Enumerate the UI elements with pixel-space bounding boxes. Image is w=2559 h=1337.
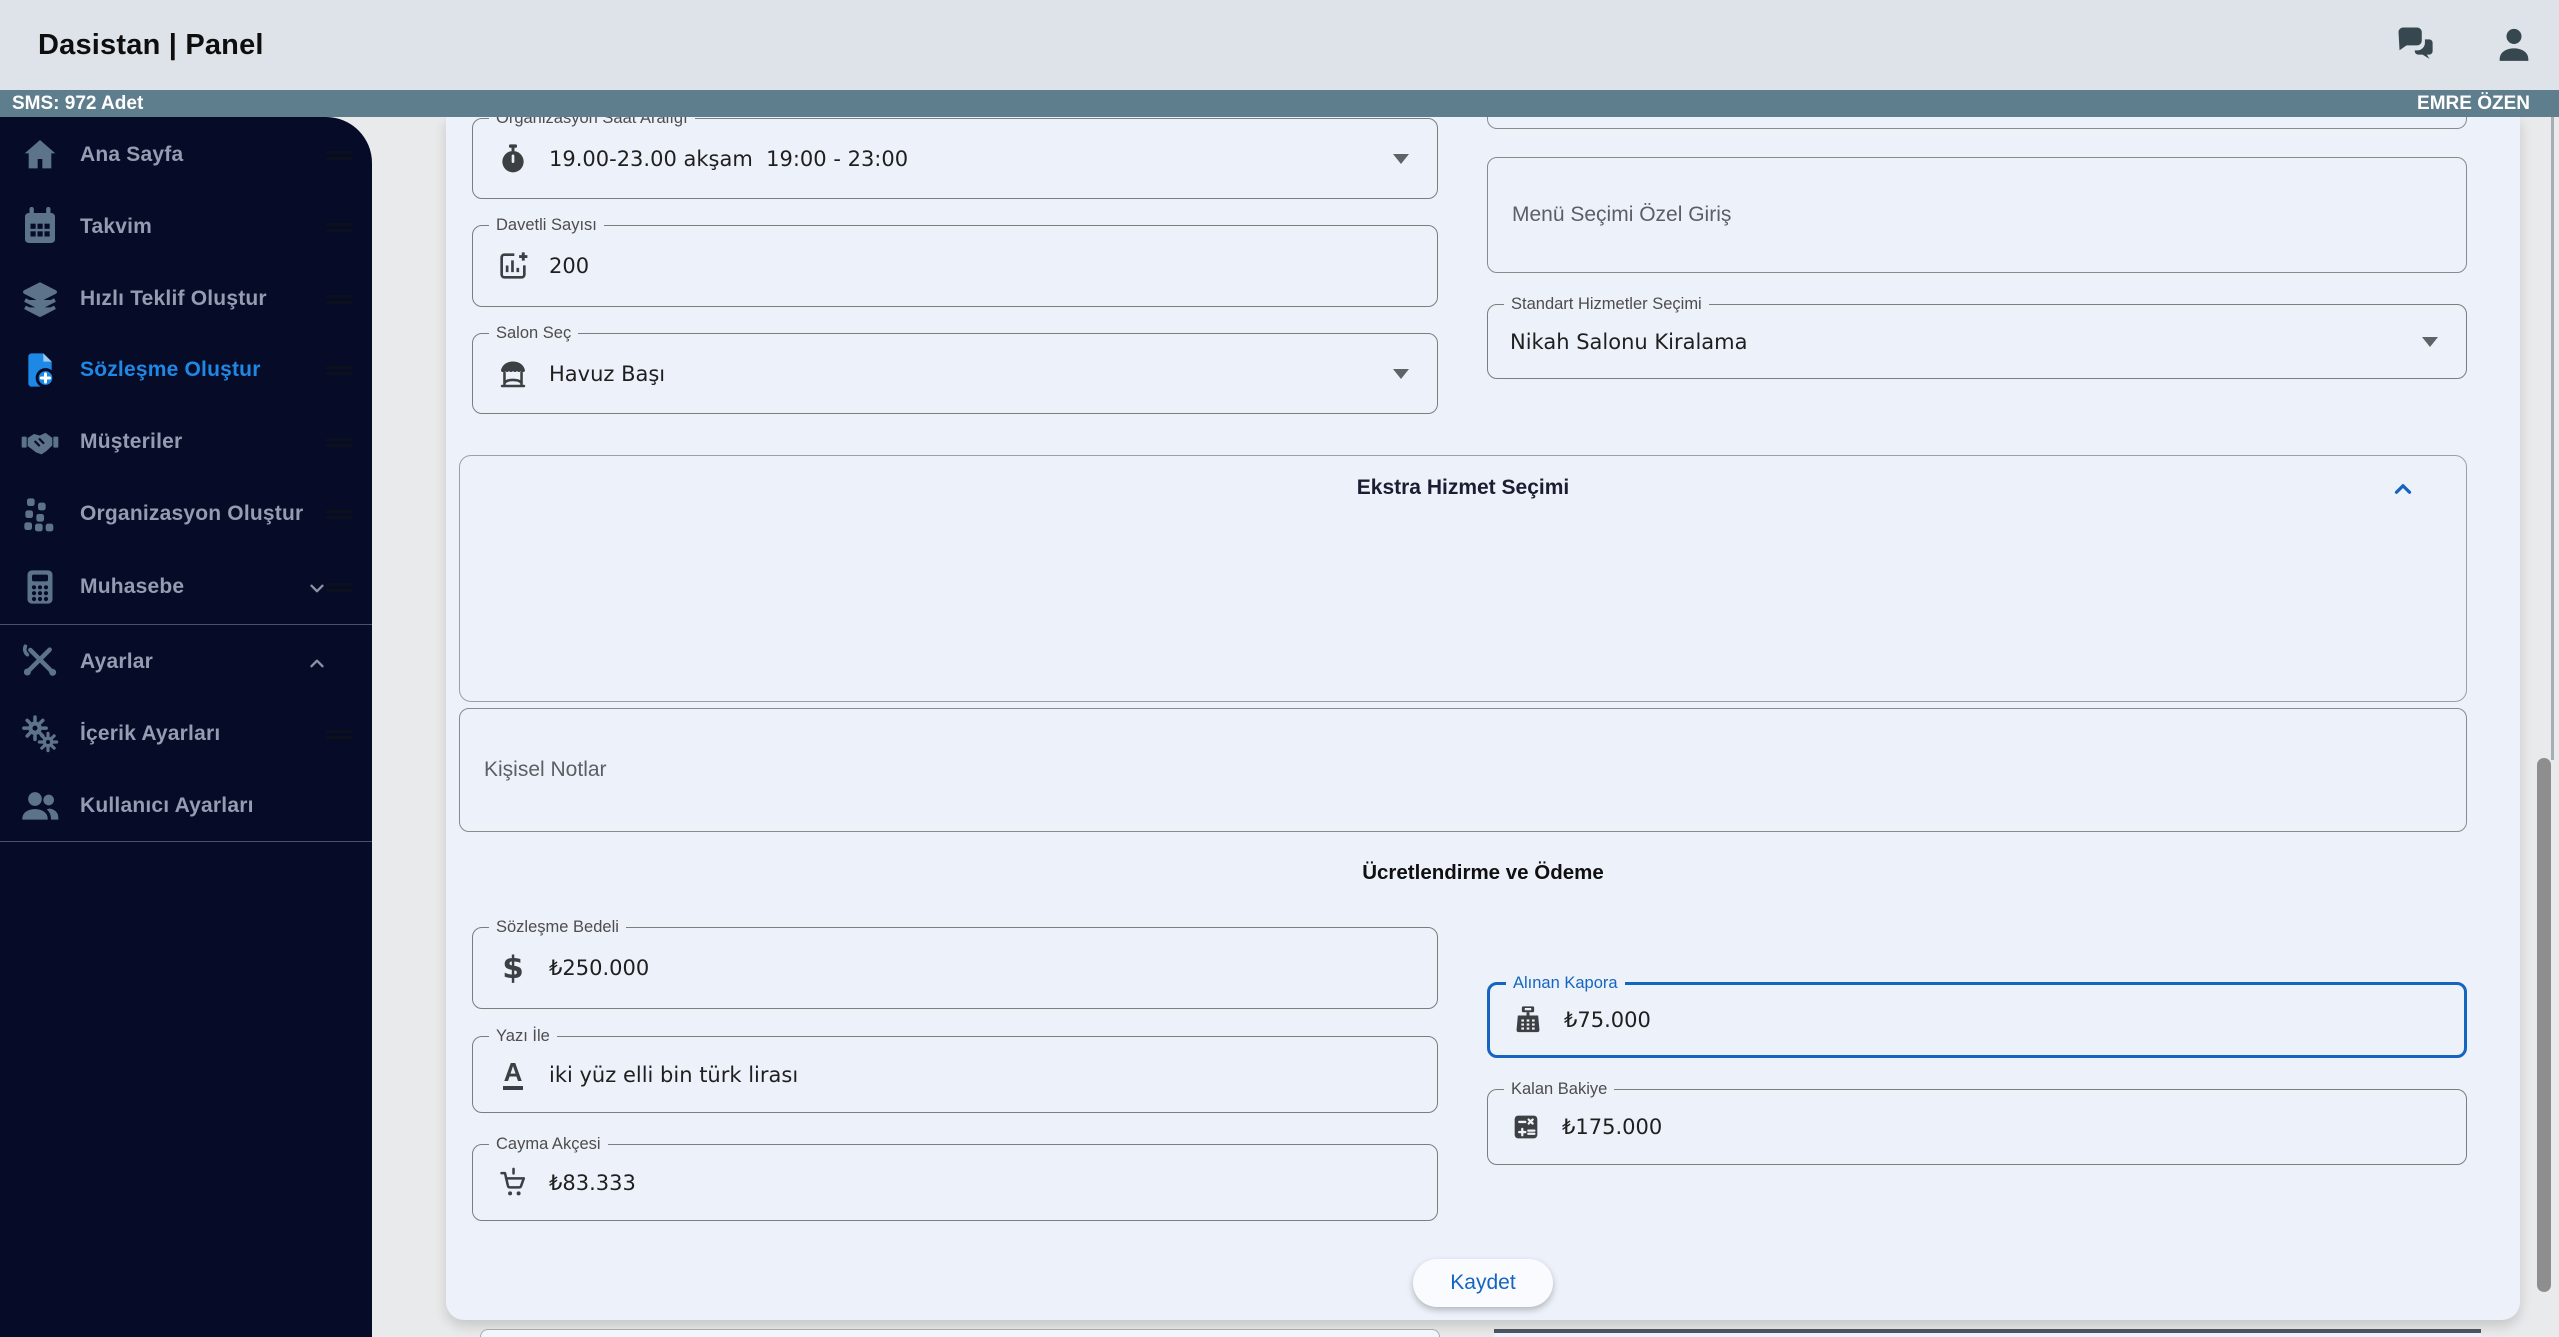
- drag-handle-icon[interactable]: [326, 151, 352, 160]
- salon-select[interactable]: Salon Seç Havuz Başı: [472, 323, 1438, 414]
- collapse-chevron-up-icon[interactable]: [2390, 476, 2416, 502]
- header-actions: [2395, 0, 2535, 90]
- venue-icon: [497, 358, 529, 390]
- sidebar-divider: [0, 841, 372, 842]
- app-title: Dasistan | Panel: [38, 28, 264, 61]
- user-icon[interactable]: [2493, 24, 2535, 66]
- sidebar-item-musteriler[interactable]: Müşteriler: [0, 406, 372, 478]
- sidebar-item-organizasyon-olustur[interactable]: Organizasyon Oluştur: [0, 478, 372, 550]
- timer-icon: [497, 143, 529, 175]
- sidebar: Ana Sayfa Takvim Hızlı Teklif Oluştur Sö…: [0, 117, 372, 1337]
- chat-icon[interactable]: [2395, 24, 2437, 66]
- handshake-icon: [20, 422, 60, 462]
- pricing-heading: Ücretlendirme ve Ödeme: [1362, 861, 1604, 884]
- status-bar: SMS: 972 Adet EMRE ÖZEN: [0, 90, 2559, 117]
- save-button[interactable]: Kaydet: [1413, 1259, 1553, 1307]
- contract-amount-field[interactable]: Sözleşme Bedeli $ ₺250.000: [472, 917, 1438, 1009]
- calculator-icon: [1510, 1111, 1542, 1143]
- cash-register-icon: [1512, 1004, 1544, 1036]
- drag-handle-icon[interactable]: [326, 366, 352, 375]
- sidebar-item-ana-sayfa[interactable]: Ana Sayfa: [0, 119, 372, 191]
- scatter-icon: [20, 494, 60, 534]
- gears-icon: [20, 714, 60, 754]
- chevron-down-icon: [306, 577, 328, 599]
- sidebar-item-hizli-teklif[interactable]: Hızlı Teklif Oluştur: [0, 263, 372, 335]
- organization-time-select[interactable]: Organizasyon Saat Aralığı 19.00-23.00 ak…: [472, 108, 1438, 199]
- drag-handle-icon[interactable]: [326, 295, 352, 304]
- dropdown-caret-icon: [1393, 368, 1409, 379]
- layers-icon: [20, 279, 60, 319]
- people-icon: [20, 786, 60, 826]
- sidebar-divider: [0, 624, 372, 625]
- remaining-balance-field[interactable]: Kalan Bakiye ₺175.000: [1487, 1079, 2467, 1165]
- next-section-peek: [480, 1329, 1440, 1337]
- dropdown-caret-icon: [1393, 153, 1409, 164]
- app-screen: Dasistan | Panel SMS: 972 Adet EMRE ÖZEN…: [0, 0, 2559, 1337]
- sidebar-item-muhasebe[interactable]: Muhasebe: [0, 551, 372, 623]
- file-plus-icon: [20, 350, 60, 390]
- next-section-peek: [1494, 1329, 2481, 1337]
- drag-handle-icon[interactable]: [326, 438, 352, 447]
- sidebar-item-takvim[interactable]: Takvim: [0, 191, 372, 263]
- scrollbar-thumb[interactable]: [2537, 758, 2551, 1292]
- calendar-icon: [20, 206, 60, 247]
- sidebar-item-sozlesme-olustur[interactable]: Sözleşme Oluştur: [0, 334, 372, 406]
- chevron-up-icon: [306, 652, 328, 674]
- letter-a-icon: A: [497, 1059, 529, 1091]
- sidebar-item-icerik-ayarlari[interactable]: İçerik Ayarları: [0, 698, 372, 770]
- sms-count: SMS: 972 Adet: [12, 93, 144, 114]
- drag-handle-icon[interactable]: [326, 583, 352, 592]
- drag-handle-icon[interactable]: [326, 223, 352, 232]
- drag-handle-icon[interactable]: [326, 730, 352, 739]
- menu-custom-textarea[interactable]: Menü Seçimi Özel Giriş: [1487, 157, 2467, 273]
- extra-services-section: Ekstra Hizmet Seçimi: [459, 455, 2467, 702]
- amount-in-words-field[interactable]: Yazı İle A iki yüz elli bin türk lirası: [472, 1026, 1438, 1113]
- extra-services-title: Ekstra Hizmet Seçimi: [1356, 476, 1570, 499]
- personal-notes-placeholder: Kişisel Notlar: [484, 758, 607, 781]
- cancellation-fee-field[interactable]: Cayma Akçesi ₺83.333: [472, 1134, 1438, 1221]
- tools-icon: [20, 642, 60, 682]
- menu-custom-placeholder: Menü Seçimi Özel Giriş: [1512, 203, 1732, 226]
- home-icon: [20, 135, 60, 175]
- sidebar-item-kullanici-ayarlari[interactable]: Kullanıcı Ayarları: [0, 770, 372, 842]
- dollar-icon: $: [502, 950, 524, 986]
- calculator-icon: [20, 567, 60, 607]
- scrollbar-track: [2551, 117, 2554, 760]
- add-chart-icon: [497, 250, 529, 282]
- standard-services-select[interactable]: Standart Hizmetler Seçimi Nikah Salonu K…: [1487, 294, 2467, 379]
- app-header: Dasistan | Panel: [0, 0, 2559, 90]
- deposit-field[interactable]: Alınan Kapora ₺75.000: [1487, 973, 2467, 1058]
- cart-icon: [497, 1167, 529, 1199]
- guest-count-field[interactable]: Davetli Sayısı 200: [472, 215, 1438, 307]
- drag-handle-icon[interactable]: [326, 510, 352, 519]
- dropdown-caret-icon: [2422, 336, 2438, 347]
- personal-notes-textarea[interactable]: Kişisel Notlar: [459, 708, 2467, 832]
- clipped-field-top: [1487, 117, 2467, 129]
- sidebar-item-ayarlar[interactable]: Ayarlar: [0, 626, 372, 698]
- logged-in-user: EMRE ÖZEN: [2417, 93, 2530, 114]
